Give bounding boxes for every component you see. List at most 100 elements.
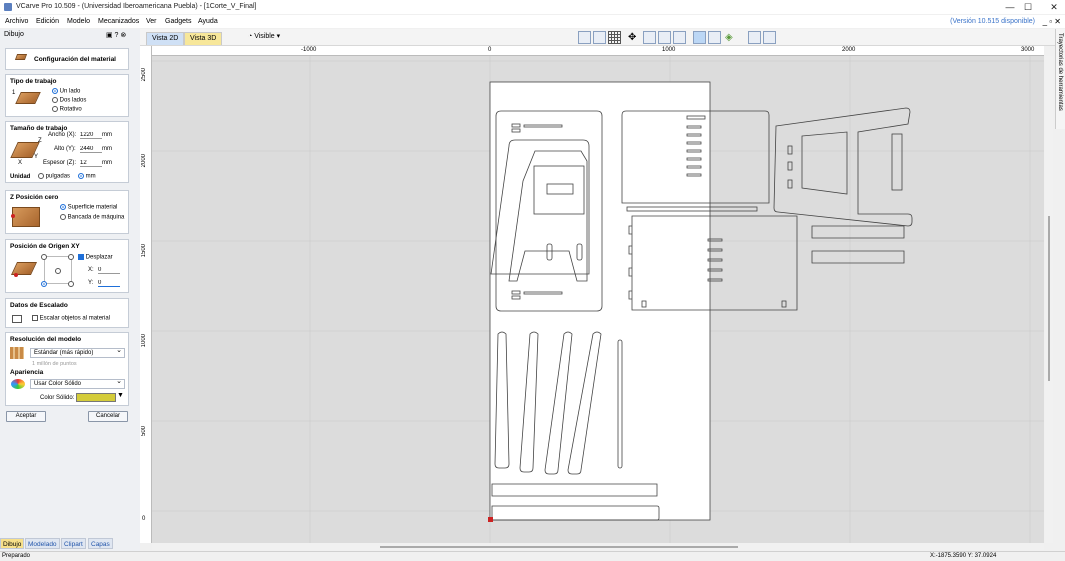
thickness-unit: mm (102, 160, 112, 166)
radio-inches[interactable]: pulgadas (38, 173, 70, 180)
tab-drawing[interactable]: Dibujo (0, 538, 25, 549)
ruler-label: 2000 (141, 154, 147, 168)
zoom-box-icon[interactable] (643, 31, 656, 44)
menu-gadgets[interactable]: Gadgets (165, 18, 191, 25)
resolution-hint: 1 millón de puntos (32, 361, 77, 367)
maximize-button[interactable]: ☐ (1018, 1, 1038, 13)
zoom-out-icon[interactable] (673, 31, 686, 44)
grid-snap-icon[interactable] (593, 31, 606, 44)
radio-rotary[interactable]: Rotativo (52, 106, 82, 113)
horizontal-scrollbar[interactable] (152, 543, 1044, 550)
menu-modelo[interactable]: Modelo (67, 18, 90, 25)
height-input[interactable] (80, 145, 102, 153)
version-notice[interactable]: (Versión 10.515 disponible) (950, 18, 1035, 25)
radio-icon (52, 106, 58, 112)
axis-x-label: X (18, 160, 23, 166)
pan-icon[interactable]: ✥ (628, 31, 641, 44)
ruler-label: 1000 (141, 334, 147, 348)
xy-origin-section: Posición de Origen XY Desplazar X: Y: (5, 239, 129, 293)
x-offset-input[interactable] (98, 266, 120, 274)
axis-z-label: Z (38, 138, 42, 144)
tab-clipart[interactable]: Clipart (61, 538, 86, 549)
ruler-label: -1000 (301, 47, 317, 53)
radio-material-surface[interactable]: Superficie material (60, 204, 117, 211)
z-zero-marker (11, 214, 15, 218)
thickness-label: Espesor (Z): (43, 160, 77, 166)
radio-icon (60, 204, 66, 210)
mdi-window-controls[interactable]: _ ▫ ✕ (1043, 17, 1061, 26)
checkbox-label: Escalar objetos al material (39, 315, 111, 322)
radio-label: Bancada de máquina (67, 214, 125, 221)
visible-label: Visible (254, 33, 275, 40)
cancel-button[interactable]: Cancelar (88, 411, 128, 422)
horizontal-scroll-thumb[interactable] (380, 546, 738, 548)
ruler-label: 2000 (842, 47, 856, 53)
radio-machine-bed[interactable]: Bancada de máquina (60, 214, 124, 221)
minimize-button[interactable]: — (1000, 1, 1020, 13)
accept-button[interactable]: Aceptar (6, 411, 46, 422)
palette-icon (11, 379, 25, 389)
design-drawing[interactable] (152, 56, 1044, 543)
grid-icon[interactable] (608, 31, 621, 44)
tab-layers[interactable]: Capas (88, 538, 113, 549)
view-toolbar: Vista 2D Vista 3D ◔ Visible ▾ ✥ ◈ (140, 29, 1065, 46)
origin-top-left-radio[interactable] (41, 254, 47, 260)
vertical-scrollbar[interactable] (1045, 56, 1053, 543)
visible-dropdown[interactable]: ◔ Visible ▾ (248, 32, 280, 40)
panel-icon[interactable] (763, 31, 776, 44)
radio-one-side[interactable]: Un lado (52, 88, 80, 95)
shield-icon[interactable]: ◈ (725, 31, 738, 44)
width-input[interactable] (80, 131, 102, 139)
units-label: Unidad (10, 174, 31, 180)
tab-2d-view[interactable]: Vista 2D (146, 32, 185, 45)
draw-icon[interactable] (578, 31, 591, 44)
layout-icon[interactable] (748, 31, 761, 44)
menu-ayuda[interactable]: Ayuda (198, 18, 218, 25)
menu-edicion[interactable]: Edición (36, 18, 59, 25)
origin-bottom-left-radio[interactable] (41, 281, 47, 287)
title-bar: VCarve Pro 10.509 - (Universidad Iberoam… (0, 0, 1065, 14)
checkbox-icon (78, 254, 84, 260)
thickness-input[interactable] (80, 159, 102, 167)
menu-mecanizados[interactable]: Mecanizados (98, 18, 139, 25)
ruler-label: 500 (141, 426, 147, 437)
ruler-label: 0 (142, 516, 146, 522)
radio-label: Superficie material (67, 204, 118, 211)
y-offset-input[interactable] (98, 279, 120, 287)
offset-label: Desplazar (85, 254, 113, 261)
toolpaths-side-tab[interactable]: Trayectorias de herramientas (1055, 29, 1065, 129)
close-button[interactable]: ✕ (1044, 1, 1064, 13)
vertical-scroll-thumb[interactable] (1048, 216, 1050, 381)
xy-origin-title: Posición de Origen XY (10, 243, 80, 250)
menu-archivo[interactable]: Archivo (5, 18, 28, 25)
tab-3d-view[interactable]: Vista 3D (184, 32, 223, 45)
origin-bottom-right-radio[interactable] (68, 281, 74, 287)
toolpaths-tab-label: Trayectorias de herramientas (1057, 33, 1063, 111)
radio-two-sides[interactable]: Dos lados (52, 97, 86, 104)
panel-pin-icon[interactable]: ▣ ? ⊗ (106, 31, 126, 39)
height-label: Alto (Y): (54, 146, 76, 152)
solid-color-swatch[interactable] (76, 393, 116, 402)
menu-ver[interactable]: Ver (146, 18, 157, 25)
vertical-ruler: 2500 2000 1500 1000 500 0 (140, 46, 152, 543)
zoom-in-icon[interactable] (658, 31, 671, 44)
offset-checkbox[interactable]: Desplazar (78, 254, 113, 261)
select-icon[interactable] (693, 31, 706, 44)
drawing-canvas[interactable] (152, 56, 1044, 543)
z-zero-title: Z Posición cero (10, 194, 59, 201)
job-type-section: Tipo de trabajo 1 Un lado Dos lados Rota… (5, 74, 129, 117)
radio-icon (60, 214, 66, 220)
material-setup-button[interactable]: Configuración del material (5, 48, 129, 70)
origin-top-right-radio[interactable] (68, 254, 74, 260)
color-dropdown-icon[interactable]: ▼ (117, 392, 124, 399)
resolution-title: Resolución del modelo (10, 336, 82, 343)
scale-objects-checkbox[interactable]: Escalar objetos al material (32, 315, 110, 322)
z-zero-preview-icon (12, 207, 40, 227)
radio-mm[interactable]: mm (78, 173, 96, 180)
node-edit-icon[interactable] (708, 31, 721, 44)
origin-center-radio[interactable] (55, 268, 61, 274)
appearance-select[interactable]: Usar Color Sólido (30, 378, 125, 389)
wood-icon (14, 54, 28, 62)
resolution-select[interactable]: Estándar (más rápido) (30, 347, 125, 358)
tab-modeling[interactable]: Modelado (25, 538, 60, 549)
